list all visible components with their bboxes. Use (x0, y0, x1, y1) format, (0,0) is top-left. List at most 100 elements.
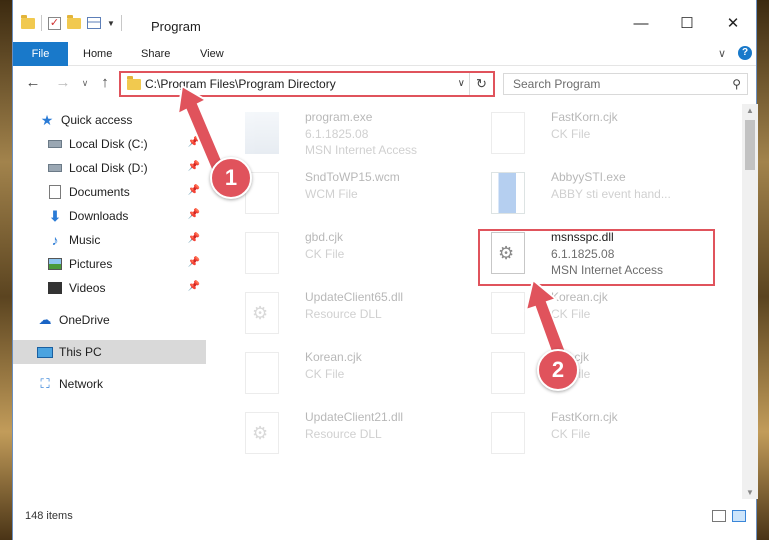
disk-icon (47, 137, 63, 151)
pin-icon[interactable]: 📌 (188, 281, 200, 292)
disk-icon (47, 161, 63, 175)
desktop-background-right (757, 0, 769, 540)
file-type: CK File (305, 247, 345, 261)
customize-toolbar-chevron-icon[interactable]: ▼ (107, 19, 115, 28)
file-name: FastKorn.cjk (551, 410, 618, 424)
file-item[interactable]: FastKorn.cjk CK File (479, 406, 719, 460)
search-box[interactable]: ⚲ (503, 73, 748, 95)
music-icon: ♪ (51, 232, 59, 248)
address-bar[interactable]: C:\Program Files\Program Directory ∨ ↻ (119, 71, 495, 97)
refresh-button[interactable]: ↻ (469, 73, 493, 95)
file-item[interactable]: Korean.cjk CK File (479, 286, 719, 340)
sidebar-item-label: Videos (69, 281, 106, 295)
new-folder-icon[interactable] (67, 14, 81, 29)
file-item[interactable]: UpdateClient21.dll Resource DLL (233, 406, 473, 460)
up-button[interactable]: ↑ (95, 74, 115, 91)
file-icon (491, 412, 525, 454)
recent-locations-chevron-icon[interactable]: ∨ (75, 78, 95, 89)
sidebar-item-label: Downloads (69, 209, 129, 223)
scroll-up-icon[interactable]: ▲ (746, 106, 754, 115)
forward-button[interactable]: → (53, 74, 73, 91)
file-item[interactable]: gbd.cjk CK File (233, 226, 473, 280)
file-version: 6.1.1825.08 (305, 127, 369, 141)
window-title: Program (151, 19, 201, 34)
pin-icon[interactable]: 📌 (188, 233, 200, 244)
file-name: SndToWP15.wcm (305, 170, 400, 184)
folder-icon (21, 14, 35, 29)
address-path[interactable]: C:\Program Files\Program Directory (145, 77, 336, 91)
file-item[interactable]: FastKorn.cjk CK File (479, 106, 719, 160)
view-toggle-group (712, 510, 746, 522)
sidebar-item-pictures[interactable]: Pictures 📌 (13, 252, 206, 276)
sidebar-item-onedrive[interactable]: ☁ OneDrive (13, 308, 206, 332)
sidebar-item-downloads[interactable]: ⬇ Downloads 📌 (13, 204, 206, 228)
pin-icon[interactable]: 📌 (188, 185, 200, 196)
sidebar-item-network[interactable]: ⛶ Network (13, 372, 206, 396)
ribbon-right-controls: ∨ ? (718, 46, 752, 60)
navigation-pane: ★ Quick access Local Disk (C:) 📌 Local D… (13, 104, 206, 504)
tab-file[interactable]: File (13, 42, 68, 66)
file-icon (245, 352, 279, 394)
back-button[interactable]: ← (23, 74, 43, 91)
navigation-bar: ← → ∨ ↑ C:\Program Files\Program Directo… (13, 68, 756, 100)
scrollbar-thumb[interactable] (745, 120, 755, 170)
file-name: UpdateClient65.dll (305, 290, 404, 304)
sidebar-item-label: Local Disk (D:) (69, 161, 148, 175)
file-name: Korean.cjk (305, 350, 362, 364)
file-item[interactable]: AbbyySTI.exe ABBY sti event hand... (479, 166, 719, 220)
download-icon: ⬇ (49, 207, 61, 224)
file-description: ABBY sti event hand... (551, 187, 671, 201)
sidebar-item-label: Documents (69, 185, 130, 199)
window-controls: — ☐ ✕ (618, 8, 756, 38)
tab-view[interactable]: View (200, 42, 224, 66)
pin-icon[interactable]: 📌 (188, 209, 200, 220)
cloud-icon: ☁ (38, 312, 52, 327)
file-item[interactable]: Korean.cjk CK File (233, 346, 473, 400)
sidebar-item-local-disk-d[interactable]: Local Disk (D:) 📌 (13, 156, 206, 180)
sidebar-item-this-pc[interactable]: This PC (13, 340, 206, 364)
search-input[interactable] (504, 74, 714, 94)
search-icon[interactable]: ⚲ (732, 77, 741, 91)
maximize-button[interactable]: ☐ (664, 8, 710, 38)
folder-icon (127, 76, 141, 90)
minimize-button[interactable]: — (618, 8, 664, 38)
vertical-scrollbar[interactable]: ▲ ▼ (742, 104, 758, 499)
pin-icon[interactable]: 📌 (188, 137, 200, 148)
pin-icon[interactable]: 📌 (188, 161, 200, 172)
computer-icon (37, 345, 53, 359)
pictures-icon (47, 257, 63, 271)
close-button[interactable]: ✕ (710, 8, 756, 38)
properties-check-icon[interactable]: ✓ (48, 16, 61, 30)
tiles-view-icon[interactable] (732, 510, 746, 522)
sidebar-item-label: Quick access (61, 113, 133, 127)
tab-home[interactable]: Home (83, 42, 112, 66)
file-item[interactable]: program.exe 6.1.1825.08 MSN Internet Acc… (233, 106, 473, 160)
network-icon: ⛶ (40, 376, 50, 391)
sidebar-item-documents[interactable]: Documents 📌 (13, 180, 206, 204)
callout-badge-1: 1 (210, 157, 252, 199)
file-name: AbbyySTI.exe (551, 170, 626, 184)
dll-gear-icon (245, 412, 279, 454)
file-icon (491, 292, 525, 334)
file-item[interactable]: gbd.cjk CK File (479, 346, 719, 400)
scroll-down-icon[interactable]: ▼ (746, 488, 754, 497)
file-item[interactable]: SndToWP15.wcm WCM File (233, 166, 473, 220)
file-name: gbd.cjk (305, 230, 344, 244)
properties-icon[interactable] (87, 17, 101, 29)
star-icon: ★ (40, 111, 54, 128)
address-dropdown-chevron-icon[interactable]: ∨ (458, 78, 465, 89)
sidebar-item-quick-access[interactable]: ★ Quick access (13, 108, 206, 132)
sidebar-item-local-disk-c[interactable]: Local Disk (C:) 📌 (13, 132, 206, 156)
help-icon[interactable]: ? (738, 46, 752, 60)
quick-access-toolbar: ✓ ▼ (21, 14, 122, 31)
file-name: FastKorn.cjk (551, 110, 618, 124)
sidebar-item-music[interactable]: ♪ Music 📌 (13, 228, 206, 252)
pin-icon[interactable]: 📌 (188, 257, 200, 268)
expand-ribbon-chevron-icon[interactable]: ∨ (718, 47, 726, 60)
highlight-box-dll-file (478, 229, 715, 286)
toolbar-divider (41, 15, 42, 31)
file-item[interactable]: UpdateClient65.dll Resource DLL (233, 286, 473, 340)
sidebar-item-videos[interactable]: Videos 📌 (13, 276, 206, 300)
details-view-icon[interactable] (712, 510, 726, 522)
tab-share[interactable]: Share (141, 42, 170, 66)
